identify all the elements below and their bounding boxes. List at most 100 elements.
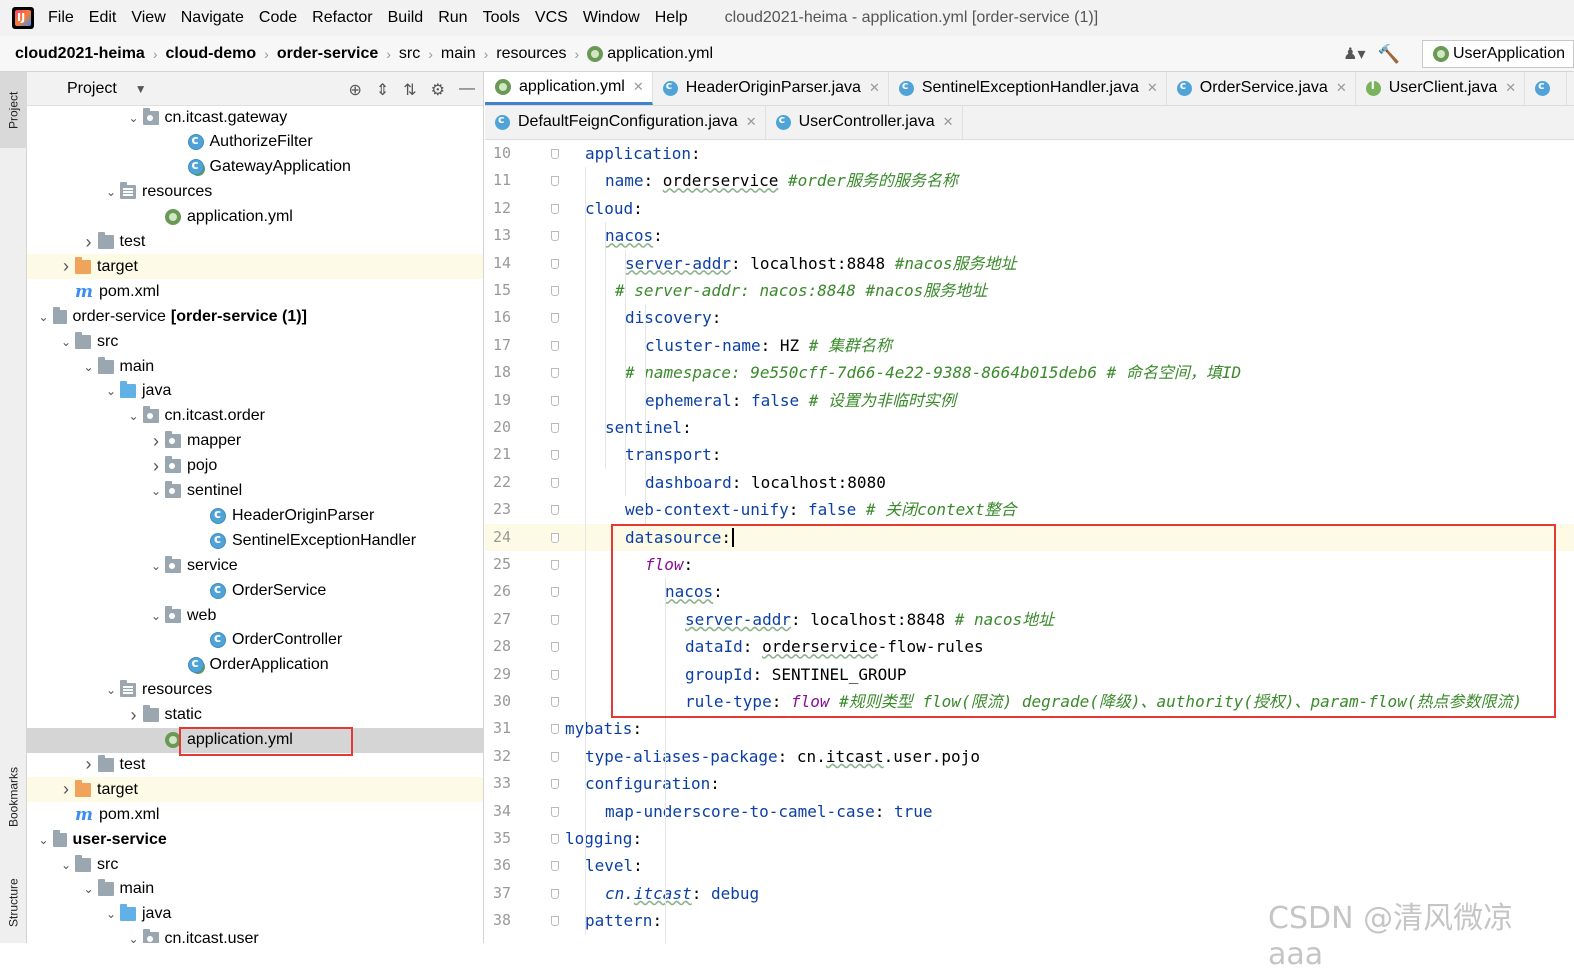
tree-item[interactable]: ⌄ java: [27, 902, 483, 927]
chevron-down-icon[interactable]: ⌄: [102, 185, 120, 199]
menu-window[interactable]: Window: [583, 9, 640, 27]
editor-tab[interactable]: DefaultFeignConfiguration.java ✕: [485, 105, 766, 139]
fold-marker-icon[interactable]: [551, 697, 559, 707]
chevron-down-icon[interactable]: ⌄: [57, 858, 75, 872]
tree-item[interactable]: › static: [27, 703, 483, 728]
fold-marker-icon[interactable]: [551, 340, 559, 351]
tree-item[interactable]: ⌄ user-service: [27, 827, 483, 852]
editor-tab[interactable]: UserController.java ✕: [766, 105, 963, 139]
tree-item[interactable]: ⌄ order-service [order-service (1)]: [27, 304, 483, 329]
close-tab-icon[interactable]: ✕: [1505, 80, 1516, 96]
tree-item[interactable]: ⌄ cn.itcast.gateway: [27, 105, 483, 130]
fold-marker-icon[interactable]: [551, 149, 559, 159]
fold-marker-icon[interactable]: [551, 505, 559, 516]
close-tab-icon[interactable]: ✕: [1147, 80, 1158, 96]
collapse-all-icon[interactable]: ⇅: [403, 80, 416, 100]
tree-item[interactable]: ⌄ cn.itcast.user: [27, 927, 483, 943]
tree-item[interactable]: ⌄ service: [27, 553, 483, 578]
hide-panel-icon[interactable]: —: [459, 80, 475, 100]
close-tab-icon[interactable]: ✕: [746, 114, 757, 130]
fold-marker-icon[interactable]: [551, 477, 559, 488]
tree-item[interactable]: ⌄ java: [27, 379, 483, 404]
run-configuration-selector[interactable]: UserApplication: [1421, 40, 1574, 68]
fold-marker-icon[interactable]: [551, 286, 559, 296]
fold-marker-icon[interactable]: [551, 587, 559, 598]
tree-item[interactable]: ⌄ cn.itcast.order: [27, 404, 483, 429]
fold-marker-icon[interactable]: [551, 888, 559, 899]
project-panel-title[interactable]: Project: [67, 80, 117, 98]
chevron-right-icon[interactable]: ›: [147, 456, 165, 477]
chevron-right-icon[interactable]: ›: [57, 256, 75, 277]
editor-tab[interactable]: UserClient.java ✕: [1356, 72, 1526, 105]
chevron-down-icon[interactable]: ⌄: [125, 932, 143, 943]
tree-item[interactable]: ⌄ main: [27, 354, 483, 379]
fold-marker-icon[interactable]: [551, 861, 559, 872]
breadcrumb-item[interactable]: application.yml: [607, 45, 713, 63]
tree-item[interactable]: SentinelExceptionHandler: [27, 528, 483, 553]
structure-tool-tab[interactable]: Structure: [0, 862, 27, 943]
fold-marker-icon[interactable]: [551, 779, 559, 790]
tree-item[interactable]: ⌄ resources: [27, 678, 483, 703]
menu-vcs[interactable]: VCS: [535, 9, 568, 27]
tree-item[interactable]: OrderController: [27, 628, 483, 653]
menu-run[interactable]: Run: [438, 9, 467, 27]
fold-marker-icon[interactable]: [551, 614, 559, 625]
tree-item[interactable]: › pojo: [27, 454, 483, 479]
fold-marker-icon[interactable]: [551, 724, 559, 735]
fold-marker-icon[interactable]: [551, 669, 559, 680]
fold-marker-icon[interactable]: [551, 203, 559, 214]
editor-tab[interactable]: application.yml ✕: [485, 72, 653, 105]
chevron-down-icon[interactable]: ⌄: [147, 559, 165, 573]
chevron-down-icon[interactable]: ⌄: [125, 409, 143, 423]
expand-all-icon[interactable]: ⇕: [376, 80, 389, 100]
fold-marker-icon[interactable]: [551, 532, 559, 543]
tree-item[interactable]: AuthorizeFilter: [27, 130, 483, 155]
menu-code[interactable]: Code: [259, 9, 297, 27]
tree-item[interactable]: HeaderOriginParser: [27, 503, 483, 528]
tree-item[interactable]: application.yml: [27, 205, 483, 230]
chevron-right-icon[interactable]: ›: [57, 779, 75, 800]
account-icon[interactable]: ♟▾: [1343, 44, 1365, 64]
chevron-down-icon[interactable]: ⌄: [102, 683, 120, 697]
tree-item[interactable]: ⌄ web: [27, 603, 483, 628]
chevron-right-icon[interactable]: ›: [125, 705, 143, 726]
tree-item[interactable]: ⌄ resources: [27, 180, 483, 205]
breadcrumb-item[interactable]: src: [399, 45, 420, 63]
fold-marker-icon[interactable]: [551, 258, 559, 269]
menu-refactor[interactable]: Refactor: [312, 9, 372, 27]
fold-marker-icon[interactable]: [551, 313, 559, 324]
tree-item[interactable]: ⌄ sentinel: [27, 479, 483, 504]
menu-navigate[interactable]: Navigate: [181, 9, 244, 27]
tree-item[interactable]: › mapper: [27, 429, 483, 454]
close-tab-icon[interactable]: ✕: [943, 114, 954, 130]
fold-marker-icon[interactable]: [551, 834, 559, 844]
fold-marker-icon[interactable]: [551, 368, 559, 379]
breadcrumb-item[interactable]: cloud-demo: [166, 45, 257, 63]
fold-marker-icon[interactable]: [551, 450, 559, 461]
tree-item[interactable]: › target: [27, 777, 483, 803]
chevron-down-icon[interactable]: ⌄: [102, 907, 120, 921]
chevron-right-icon[interactable]: ›: [80, 754, 98, 775]
breadcrumb-item[interactable]: main: [441, 45, 476, 63]
project-tool-tab[interactable]: Project: [0, 72, 27, 148]
menu-edit[interactable]: Edit: [89, 9, 117, 27]
settings-gear-icon[interactable]: ⚙: [431, 80, 445, 100]
locate-icon[interactable]: ⊕: [348, 80, 361, 100]
fold-marker-icon[interactable]: [551, 916, 559, 927]
chevron-down-icon[interactable]: ⌄: [57, 335, 75, 349]
close-tab-icon[interactable]: ✕: [1336, 80, 1347, 96]
tree-item[interactable]: ⌄ src: [27, 852, 483, 877]
menu-build[interactable]: Build: [388, 9, 424, 27]
tree-item[interactable]: m pom.xml: [27, 802, 483, 827]
tree-item[interactable]: GatewayApplication: [27, 155, 483, 180]
tree-item[interactable]: OrderApplication: [27, 653, 483, 678]
chevron-down-icon[interactable]: ⌄: [80, 882, 98, 896]
fold-marker-icon[interactable]: [551, 806, 559, 817]
breadcrumb-item[interactable]: cloud2021-heima: [15, 45, 145, 63]
close-tab-icon[interactable]: ✕: [869, 80, 880, 96]
chevron-down-icon[interactable]: ⌄: [147, 484, 165, 498]
fold-marker-icon[interactable]: [551, 560, 559, 570]
chevron-down-icon[interactable]: ⌄: [102, 384, 120, 398]
fold-marker-icon[interactable]: [551, 176, 559, 187]
menu-help[interactable]: Help: [655, 9, 688, 27]
